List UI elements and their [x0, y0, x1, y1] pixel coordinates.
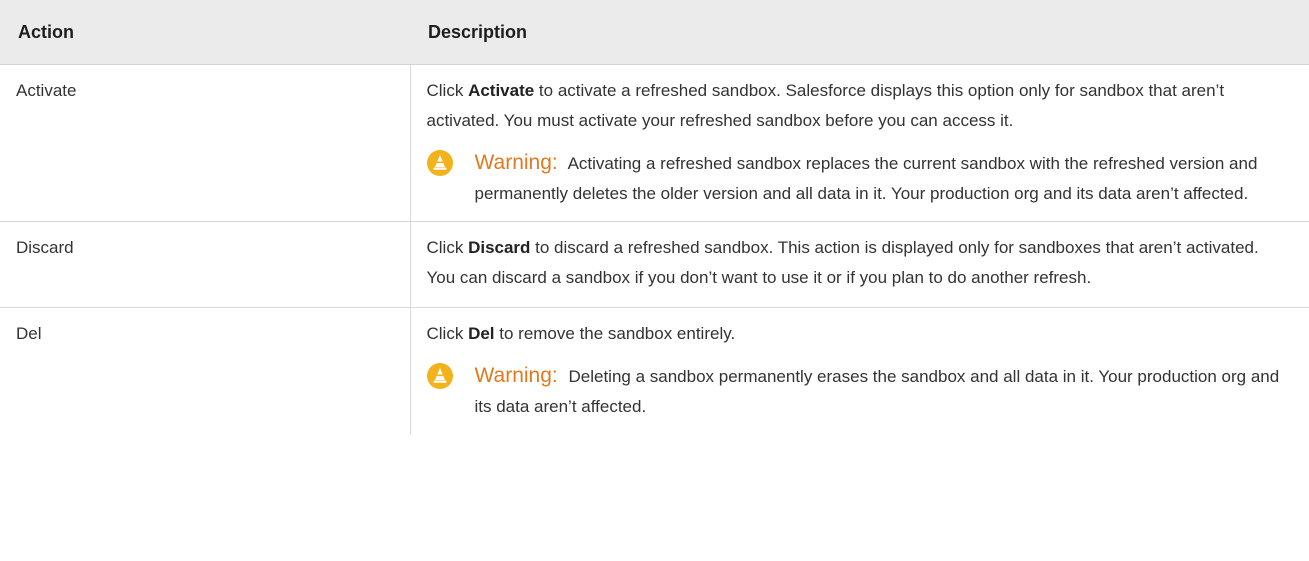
warning-label: Warning:	[474, 151, 558, 174]
action-cell: Discard	[0, 221, 411, 308]
header-action: Action	[0, 0, 410, 65]
action-name-bold: Discard	[468, 238, 531, 257]
table-row: Activate Click Activate to activate a re…	[0, 64, 1309, 222]
table-row: Discard Click Discard to discard a refre…	[0, 221, 1309, 308]
description-text: Click Del to remove the sandbox entirely…	[427, 319, 1292, 349]
warning-text: Deleting a sandbox permanently erases th…	[474, 367, 1280, 416]
action-name-bold: Del	[468, 324, 495, 343]
table-row: Del Click Del to remove the sandbox enti…	[0, 307, 1309, 435]
warning-label: Warning:	[474, 364, 558, 387]
description-cell: Click Discard to discard a refreshed san…	[410, 221, 1309, 308]
description-cell: Click Activate to activate a refreshed s…	[410, 64, 1309, 222]
action-cell: Del	[0, 307, 411, 434]
warning-note: Warning: Deleting a sandbox permanently …	[426, 361, 1292, 422]
description-text: Click Activate to activate a refreshed s…	[427, 76, 1292, 136]
description-text: Click Discard to discard a refreshed san…	[427, 233, 1292, 293]
warning-cone-icon	[426, 363, 453, 389]
warning-note: Warning: Activating a refreshed sandbox …	[426, 148, 1292, 209]
action-name-bold: Activate	[468, 81, 535, 100]
description-cell: Click Del to remove the sandbox entirely…	[410, 308, 1309, 435]
table-header-row: Action Description	[0, 0, 1309, 65]
description-prefix: Click	[426, 81, 469, 100]
description-prefix: Click	[426, 238, 469, 257]
warning-text: Activating a refreshed sandbox replaces …	[474, 154, 1258, 203]
header-description: Description	[410, 0, 1309, 65]
warning-cone-icon	[426, 150, 453, 176]
description-suffix: to activate a refreshed sandbox. Salesfo…	[426, 81, 1225, 130]
action-cell: Activate	[0, 64, 411, 222]
actions-table: Action Description Activate Click Activa…	[0, 0, 1309, 434]
description-prefix: Click	[426, 324, 469, 343]
description-suffix: to remove the sandbox entirely.	[494, 324, 736, 343]
description-suffix: to discard a refreshed sandbox. This act…	[426, 238, 1259, 287]
